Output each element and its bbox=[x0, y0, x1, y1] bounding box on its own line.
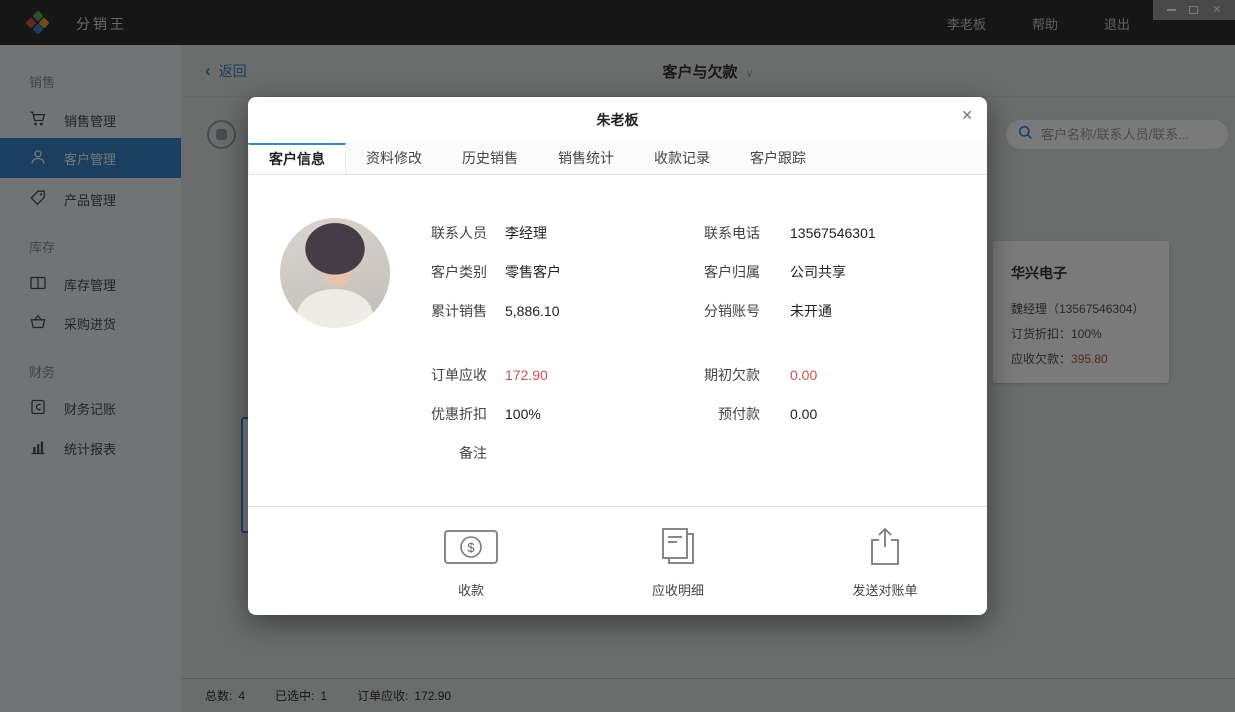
modal-close-icon[interactable]: ✕ bbox=[961, 107, 973, 124]
field-discount: 优惠折扣 100% bbox=[431, 405, 541, 422]
documents-icon bbox=[650, 527, 706, 567]
info-column-left-top: 联系人员 李经理 客户类别 零售客户 累计销售 5,886.10 bbox=[403, 213, 561, 330]
field-remark: 备注 bbox=[459, 444, 487, 461]
customer-avatar bbox=[280, 218, 390, 328]
tab-edit-profile[interactable]: 资料修改 bbox=[346, 143, 442, 174]
svg-text:$: $ bbox=[467, 540, 475, 555]
tab-sales-stats[interactable]: 销售统计 bbox=[538, 143, 634, 174]
field-total-sales: 累计销售 5,886.10 bbox=[431, 302, 560, 319]
info-column-right-top: 联系电话 13567546301 客户归属 公司共享 分销账号 未开通 bbox=[676, 213, 876, 330]
field-ownership: 客户归属 公司共享 bbox=[704, 263, 846, 280]
customer-detail-modal: 朱老板 ✕ 客户信息 资料修改 历史销售 销售统计 收款记录 客户跟踪 联系人员… bbox=[248, 97, 987, 615]
field-phone: 联系电话 13567546301 bbox=[704, 224, 876, 241]
field-prepayment: 预付款 0.00 bbox=[718, 405, 818, 422]
field-distribution-account: 分销账号 未开通 bbox=[704, 302, 832, 319]
field-customer-type: 客户类别 零售客户 bbox=[431, 263, 561, 280]
modal-tabs: 客户信息 资料修改 历史销售 销售统计 收款记录 客户跟踪 bbox=[248, 143, 987, 175]
tab-payment-records[interactable]: 收款记录 bbox=[634, 143, 730, 174]
field-contact-person: 联系人员 李经理 bbox=[431, 224, 547, 241]
cash-icon: $ bbox=[443, 527, 499, 567]
tab-customer-follow[interactable]: 客户跟踪 bbox=[730, 143, 826, 174]
tab-customer-info[interactable]: 客户信息 bbox=[248, 143, 346, 174]
tab-sales-history[interactable]: 历史销售 bbox=[442, 143, 538, 174]
collect-payment-button[interactable]: $ 收款 bbox=[416, 527, 526, 599]
info-column-right-bottom: 期初欠款 0.00 预付款 0.00 bbox=[676, 355, 817, 433]
field-initial-debt: 期初欠款 0.00 bbox=[704, 366, 818, 383]
send-statement-button[interactable]: 发送对账单 bbox=[830, 527, 940, 599]
share-icon bbox=[857, 527, 913, 567]
modal-body: 联系人员 李经理 客户类别 零售客户 累计销售 5,886.10 订单应收 172.90… bbox=[248, 175, 987, 509]
modal-title: 朱老板 bbox=[596, 112, 639, 128]
receivable-detail-button[interactable]: 应收明细 bbox=[623, 527, 733, 599]
info-column-left-bottom: 订单应收 172.90 优惠折扣 100% 备注 bbox=[403, 355, 548, 472]
modal-footer: $ 收款 应收明细 发送对账单 bbox=[248, 506, 987, 615]
field-order-receivable: 订单应收 172.90 bbox=[431, 366, 548, 383]
